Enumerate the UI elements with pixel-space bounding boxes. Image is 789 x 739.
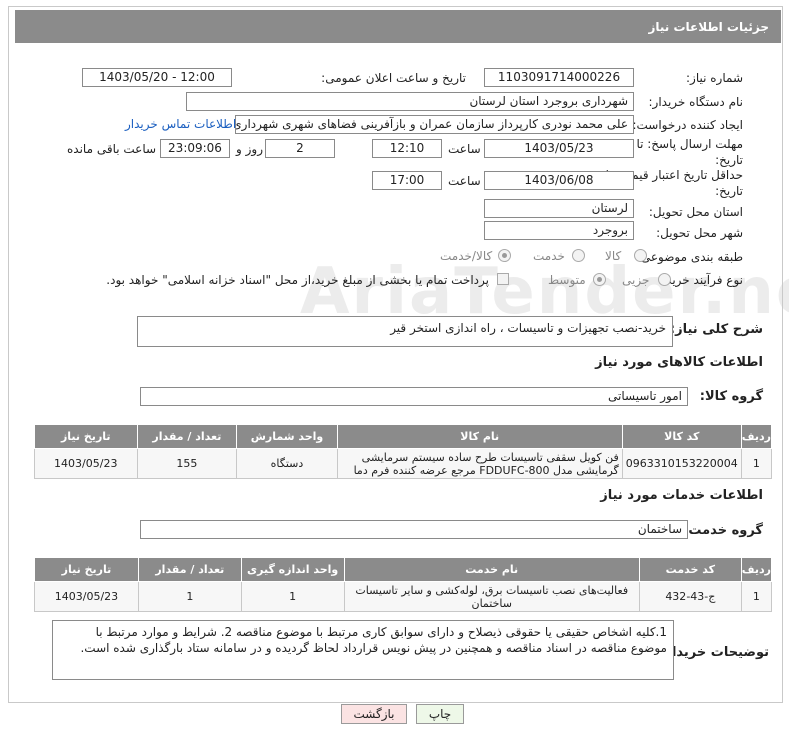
need-number-field[interactable]: 1103091714000226 [484, 68, 634, 87]
deadline-label: مهلت ارسال پاسخ: تا [636, 137, 743, 151]
deadline-date-label: تاریخ: [715, 153, 743, 167]
category-option-goods: کالا [605, 249, 622, 263]
services-cell-row: 1 [740, 581, 773, 612]
validity-date-label: تاریخ: [715, 184, 743, 198]
category-option-service: خدمت [533, 249, 565, 263]
city-label: شهر محل تحویل: [656, 226, 743, 240]
deadline-time-field[interactable]: 12:10 [372, 139, 442, 158]
table-row[interactable]: 1 0963310153220004 فن کویل سقفی تاسیسات … [34, 448, 773, 479]
deadline-date-field[interactable]: 1403/05/23 [484, 139, 634, 158]
services-section-title: اطلاعات خدمات مورد نیاز [600, 488, 763, 503]
process-option-medium: متوسط [548, 273, 586, 287]
back-button[interactable]: بازگشت [341, 704, 407, 724]
process-radio-minor[interactable] [658, 273, 671, 286]
services-group-label: گروه خدمت: [683, 523, 763, 538]
goods-cell-row: 1 [740, 448, 773, 479]
goods-col-code: کد کالا [621, 424, 742, 449]
process-option-minor: جزیی [622, 273, 650, 287]
city-field[interactable]: بروجرد [484, 221, 634, 240]
goods-cell-name: فن کویل سقفی تاسیسات طرح ساده سیستم سرما… [336, 448, 623, 479]
buyer-notes-field[interactable]: 1.کلیه اشخاص حقیقی یا حقوقی ذیصلاح و دار… [52, 620, 674, 680]
validity-time-label: ساعت [448, 174, 481, 188]
category-radio-goods[interactable] [634, 249, 647, 262]
services-cell-date: 1403/05/23 [34, 581, 139, 612]
goods-col-unit: واحد شمارش [236, 424, 338, 449]
category-radio-service[interactable] [572, 249, 585, 262]
goods-cell-date: 1403/05/23 [34, 448, 138, 479]
goods-col-name: نام کالا [336, 424, 623, 449]
creator-field[interactable]: علی محمد نودری کارپرداز سازمان عمران و ب… [235, 115, 634, 134]
days-remaining-field[interactable]: 2 [265, 139, 335, 158]
goods-col-date: تاریخ نیاز [34, 424, 138, 449]
announce-datetime-field[interactable]: 1403/05/20 - 12:00 [82, 68, 232, 87]
remaining-label: ساعت باقی مانده [67, 142, 157, 156]
category-option-goods-service: کالا/خدمت [440, 249, 493, 263]
summary-field[interactable]: خرید-نصب تجهیزات و تاسیسات ، راه اندازی … [137, 316, 673, 347]
buyer-org-field[interactable]: شهرداری بروجرد استان لرستان [186, 92, 634, 111]
print-button[interactable]: چاپ [416, 704, 464, 724]
goods-group-field[interactable]: امور تاسیساتی [140, 387, 688, 406]
days-label: روز و [236, 142, 263, 156]
goods-col-qty: تعداد / مقدار [136, 424, 238, 449]
services-cell-code: ج-43-432 [638, 581, 742, 612]
need-number-label: شماره نیاز: [686, 71, 743, 85]
province-label: استان محل تحویل: [648, 205, 743, 219]
goods-cell-qty: 155 [136, 448, 238, 479]
services-cell-unit: 1 [240, 581, 345, 612]
goods-cell-code: 0963310153220004 [621, 448, 742, 479]
goods-cell-unit: دستگاه [236, 448, 338, 479]
services-col-unit: واحد اندازه گیری [240, 557, 345, 582]
services-col-date: تاریخ نیاز [34, 557, 139, 582]
services-col-qty: تعداد / مقدار [137, 557, 242, 582]
category-label: طبقه بندی موضوعی: [636, 250, 743, 264]
treasury-payment-checkbox[interactable] [497, 273, 509, 285]
category-radio-goods-service[interactable] [498, 249, 511, 262]
buyer-contact-link[interactable]: اطلاعات تماس خریدار [125, 117, 236, 131]
buyer-notes-label: توضیحات خریدار: [659, 645, 769, 660]
services-group-field[interactable]: ساختمان [140, 520, 688, 539]
services-cell-qty: 1 [137, 581, 242, 612]
process-radio-medium[interactable] [593, 273, 606, 286]
table-row[interactable]: 1 ج-43-432 فعالیت‌های نصب تاسیسات برق، ل… [34, 581, 773, 612]
treasury-payment-note: پرداخت تمام یا بخشی از مبلغ خرید،از محل … [106, 273, 489, 287]
goods-col-row: ردیف [740, 424, 773, 449]
creator-label: ایجاد کننده درخواست: [632, 118, 743, 132]
services-col-name: نام خدمت [343, 557, 640, 582]
remaining-time-field[interactable]: 23:09:06 [160, 139, 230, 158]
summary-label: شرح کلی نیاز: [669, 322, 763, 337]
announce-label: تاریخ و ساعت اعلان عمومی: [321, 71, 466, 85]
buyer-org-label: نام دستگاه خریدار: [648, 95, 744, 109]
page-title: جزئیات اطلاعات نیاز [648, 20, 769, 34]
validity-date-field[interactable]: 1403/06/08 [484, 171, 634, 190]
services-cell-name: فعالیت‌های نصب تاسیسات برق، لوله‌کشی و س… [343, 581, 640, 612]
services-col-code: کد خدمت [638, 557, 742, 582]
deadline-time-label: ساعت [448, 142, 481, 156]
province-field[interactable]: لرستان [484, 199, 634, 218]
goods-group-label: گروه کالا: [699, 389, 763, 404]
validity-time-field[interactable]: 17:00 [372, 171, 442, 190]
goods-table: ردیف کد کالا نام کالا واحد شمارش تعداد /… [34, 424, 773, 479]
services-table: ردیف کد خدمت نام خدمت واحد اندازه گیری ت… [34, 557, 773, 612]
page-header: جزئیات اطلاعات نیاز [15, 10, 781, 43]
goods-section-title: اطلاعات کالاهای مورد نیاز [595, 355, 763, 370]
services-col-row: ردیف [740, 557, 773, 582]
